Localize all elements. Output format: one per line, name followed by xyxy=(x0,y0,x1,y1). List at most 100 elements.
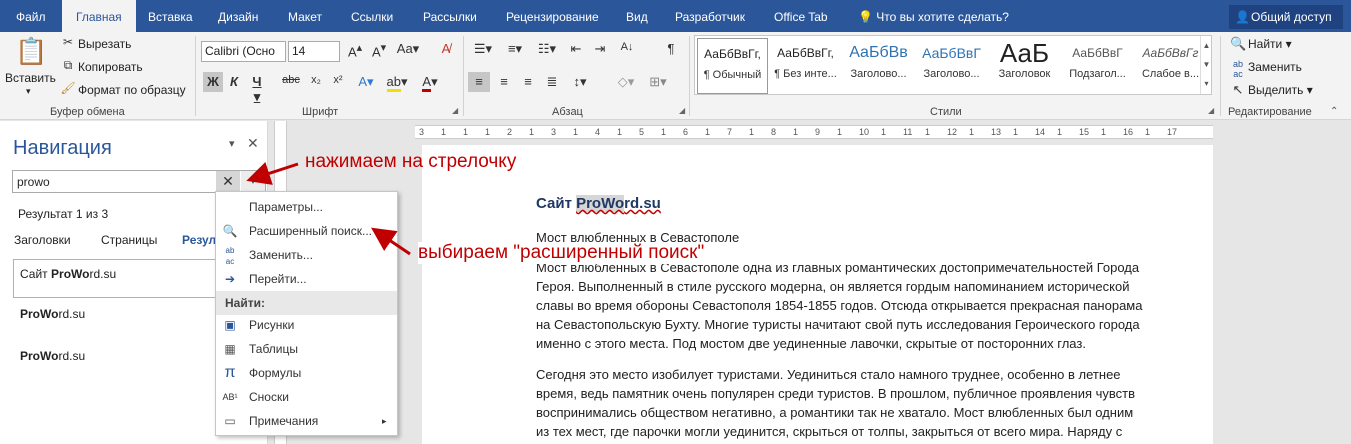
align-right-icon[interactable]: ≡ xyxy=(518,74,538,89)
menu-item-comments[interactable]: ▭ Примечания ▸ xyxy=(216,409,397,433)
menu-item-tables[interactable]: ▦ Таблицы xyxy=(216,337,397,361)
tab-review[interactable]: Рецензирование xyxy=(504,0,601,32)
find-button[interactable]: Найти ▾ xyxy=(1248,37,1292,51)
paste-dropdown-icon[interactable]: ▾ xyxy=(26,86,31,97)
paste-icon[interactable]: 📋 xyxy=(15,36,47,70)
collapse-ribbon-icon[interactable]: ⌃ xyxy=(1330,106,1338,117)
navigation-title: Навигация xyxy=(13,137,112,159)
styles-group-label: Стили xyxy=(930,106,962,118)
tab-developer[interactable]: Разработчик xyxy=(673,0,747,32)
horizontal-ruler[interactable]: 3 1 1 1 2 1 3 1 4 1 5 1 6 1 7 1 8 1 9 1 10 1 11 1 12 1 13 1 14 1 15 1 16… xyxy=(415,125,1213,139)
tab-file[interactable]: Файл xyxy=(14,0,48,32)
ruler-tick-label: 1 xyxy=(1101,127,1107,137)
replace-button[interactable]: Заменить xyxy=(1248,60,1302,74)
search-result-item[interactable]: Сайт ProWord.su xyxy=(13,259,223,298)
annotation-arrow xyxy=(246,162,299,185)
paste-button[interactable]: Вставить xyxy=(5,71,56,85)
menu-item-goto[interactable]: ➔ Перейти... xyxy=(216,267,397,291)
tab-references[interactable]: Ссылки xyxy=(349,0,395,32)
clear-formatting-icon[interactable]: A̸ xyxy=(436,41,456,56)
style-subtitle[interactable]: АаБбВвГ Подзагол... xyxy=(1062,38,1133,94)
font-name-combo[interactable]: Calibri (Осно xyxy=(201,41,286,62)
select-icon: ↖ xyxy=(1232,82,1244,97)
share-button[interactable]: 👤 Общий доступ xyxy=(1229,5,1343,29)
align-left-icon[interactable]: ≡ xyxy=(468,72,490,92)
subscript-icon[interactable]: x₂ xyxy=(306,74,326,86)
justify-icon[interactable]: ≣ xyxy=(542,74,562,90)
select-button[interactable]: Выделить ▾ xyxy=(1248,83,1313,97)
clear-search-icon[interactable]: ✕ xyxy=(216,171,240,192)
font-group-label: Шрифт xyxy=(302,106,339,118)
shading-icon[interactable]: ◇▾ xyxy=(612,74,640,90)
style-no-spacing[interactable]: АаБбВвГг, ¶ Без инте... xyxy=(770,38,841,94)
highlight-color-icon[interactable]: ab▾ xyxy=(383,74,411,92)
paragraph-dialog-launcher-icon[interactable]: ◢ xyxy=(679,106,685,115)
font-size-combo[interactable]: 14 xyxy=(288,41,340,62)
format-painter-button[interactable]: Формат по образцу xyxy=(78,83,186,97)
nav-options-icon[interactable]: ▾ xyxy=(229,137,235,150)
grow-font-icon[interactable]: A▴ xyxy=(344,41,366,59)
search-result-item[interactable]: ProWord.su xyxy=(20,307,85,321)
styles-scroll-icon[interactable]: ▲ ▼ ▾ xyxy=(1200,36,1212,94)
tab-layout[interactable]: Макет xyxy=(286,0,324,32)
style-heading-1[interactable]: АаБбВв Заголово... xyxy=(843,38,914,94)
ruler-tick-label: 15 xyxy=(1079,127,1090,137)
style-heading-2[interactable]: АаБбВвГ Заголово... xyxy=(916,38,987,94)
ruler-tick-label: 1 xyxy=(485,127,491,137)
ruler-tick-label: 1 xyxy=(573,127,579,137)
ruler-tick-label: 4 xyxy=(595,127,601,137)
menu-item-formulas[interactable]: π Формулы xyxy=(216,361,397,385)
copy-button[interactable]: Копировать xyxy=(78,60,143,74)
bold-icon[interactable]: Ж xyxy=(203,72,223,92)
underline-icon[interactable]: Ч ▾ xyxy=(248,74,266,105)
multilevel-list-icon[interactable]: ☷▾ xyxy=(534,41,560,57)
tab-view[interactable]: Вид xyxy=(624,0,650,32)
decrease-indent-icon[interactable]: ⇤ xyxy=(566,41,586,57)
shrink-font-icon[interactable]: A▾ xyxy=(368,41,390,59)
find-icon: 🔍 xyxy=(1230,36,1247,51)
font-dialog-launcher-icon[interactable]: ◢ xyxy=(452,106,458,115)
bullets-icon[interactable]: ☰▾ xyxy=(470,41,496,57)
style-subtle-emphasis[interactable]: АаБбВвГг Слабое в... xyxy=(1135,38,1206,94)
tab-home[interactable]: Главная xyxy=(62,0,136,32)
styles-dialog-launcher-icon[interactable]: ◢ xyxy=(1208,106,1214,115)
document-title: Сайт ProWord.su xyxy=(536,195,661,212)
tab-mailings[interactable]: Рассылки xyxy=(421,0,479,32)
strikethrough-icon[interactable]: abc xyxy=(280,74,302,86)
ruler-tick-label: 13 xyxy=(991,127,1002,137)
scissors-icon: ✂ xyxy=(62,35,74,49)
cut-button[interactable]: Вырезать xyxy=(78,37,131,51)
superscript-icon[interactable]: x² xyxy=(328,74,348,86)
italic-icon[interactable]: К xyxy=(226,74,242,89)
ruler-tick-label: 1 xyxy=(463,127,469,137)
numbering-icon[interactable]: ≡▾ xyxy=(502,41,528,57)
increase-indent-icon[interactable]: ⇥ xyxy=(590,41,610,57)
ruler-tick-label: 10 xyxy=(859,127,870,137)
tell-me-box[interactable]: 💡 Что вы хотите сделать? xyxy=(856,0,1011,32)
font-color-icon[interactable]: A▾ xyxy=(416,74,444,92)
pilcrow-icon[interactable]: ¶ xyxy=(662,41,680,56)
submenu-arrow-icon: ▸ xyxy=(382,416,387,426)
ruler-tick-label: 3 xyxy=(419,127,425,137)
ruler-tick-label: 12 xyxy=(947,127,958,137)
tab-insert[interactable]: Вставка xyxy=(146,0,195,32)
ruler-tick-label: 14 xyxy=(1035,127,1046,137)
change-case-icon[interactable]: Aa▾ xyxy=(396,41,420,57)
text-effects-icon[interactable]: A▾ xyxy=(352,74,380,90)
borders-icon[interactable]: ⊞▾ xyxy=(644,74,672,90)
nav-search-input[interactable]: prowo ✕ ▾ xyxy=(12,170,266,193)
style-title[interactable]: АаБ Заголовок xyxy=(989,38,1060,94)
sort-icon[interactable]: A↓ xyxy=(616,41,638,53)
tab-design[interactable]: Дизайн xyxy=(216,0,260,32)
tab-pages[interactable]: Страницы xyxy=(101,233,157,247)
menu-item-pictures[interactable]: ▣ Рисунки xyxy=(216,313,397,337)
ruler-tick-label: 1 xyxy=(617,127,623,137)
tab-headings[interactable]: Заголовки xyxy=(14,233,71,247)
tab-results[interactable]: Резул xyxy=(182,233,216,247)
tab-office-tab[interactable]: Office Tab xyxy=(772,0,830,32)
line-spacing-icon[interactable]: ↕▾ xyxy=(566,74,594,90)
menu-item-footnotes[interactable]: AB¹ Сноски xyxy=(216,385,397,409)
style-normal[interactable]: АаБбВвГг, ¶ Обычный xyxy=(697,38,768,94)
align-center-icon[interactable]: ≡ xyxy=(494,74,514,89)
search-result-item[interactable]: ProWord.su xyxy=(20,349,85,363)
